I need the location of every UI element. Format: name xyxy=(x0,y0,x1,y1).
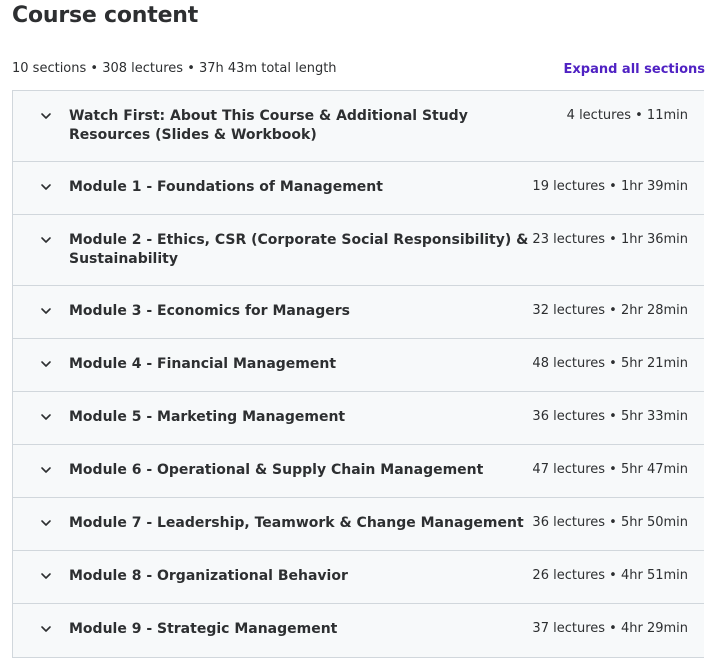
chevron-down-icon xyxy=(40,464,52,476)
section-title: Watch First: About This Course & Additio… xyxy=(69,108,468,143)
section-meta: 47 lectures • 5hr 47min xyxy=(532,462,688,477)
section-meta: 36 lectures • 5hr 50min xyxy=(532,515,688,530)
section-row-module-3[interactable]: Module 3 - Economics for Managers 32 lec… xyxy=(13,286,704,339)
section-meta: 32 lectures • 2hr 28min xyxy=(532,303,688,318)
section-title: Module 8 - Organizational Behavior xyxy=(69,568,348,584)
chevron-down-icon xyxy=(40,358,52,370)
expand-all-sections-button[interactable]: Expand all sections xyxy=(564,62,705,77)
section-row-module-2[interactable]: Module 2 - Ethics, CSR (Corporate Social… xyxy=(13,215,704,286)
section-row-module-8[interactable]: Module 8 - Organizational Behavior 26 le… xyxy=(13,551,704,604)
chevron-down-icon xyxy=(40,623,52,635)
section-meta: 37 lectures • 4hr 29min xyxy=(532,621,688,636)
section-row-module-6[interactable]: Module 6 - Operational & Supply Chain Ma… xyxy=(13,445,704,498)
section-title: Module 6 - Operational & Supply Chain Ma… xyxy=(69,462,484,478)
section-row-module-5[interactable]: Module 5 - Marketing Management 36 lectu… xyxy=(13,392,704,445)
chevron-down-icon xyxy=(40,411,52,423)
section-meta: 4 lectures • 11min xyxy=(566,108,688,123)
section-row-module-4[interactable]: Module 4 - Financial Management 48 lectu… xyxy=(13,339,704,392)
chevron-down-icon xyxy=(40,570,52,582)
chevron-down-icon xyxy=(40,110,52,122)
chevron-down-icon xyxy=(40,305,52,317)
course-content-title: Course content xyxy=(12,3,199,28)
section-meta: 19 lectures • 1hr 39min xyxy=(532,179,688,194)
chevron-down-icon xyxy=(40,234,52,246)
section-meta: 48 lectures • 5hr 21min xyxy=(532,356,688,371)
section-title: Module 9 - Strategic Management xyxy=(69,621,338,637)
section-row-module-1[interactable]: Module 1 - Foundations of Management 19 … xyxy=(13,162,704,215)
section-row-module-7[interactable]: Module 7 - Leadership, Teamwork & Change… xyxy=(13,498,704,551)
section-title: Module 4 - Financial Management xyxy=(69,356,337,372)
section-row-watch-first[interactable]: Watch First: About This Course & Additio… xyxy=(13,91,704,162)
section-meta: 26 lectures • 4hr 51min xyxy=(532,568,688,583)
section-row-module-9[interactable]: Module 9 - Strategic Management 37 lectu… xyxy=(13,604,704,657)
section-title: Module 5 - Marketing Management xyxy=(69,409,346,425)
chevron-down-icon xyxy=(40,181,52,193)
section-meta: 23 lectures • 1hr 36min xyxy=(532,232,688,247)
chevron-down-icon xyxy=(40,517,52,529)
section-title: Module 2 - Ethics, CSR (Corporate Social… xyxy=(69,232,529,267)
section-title: Module 1 - Foundations of Management xyxy=(69,179,383,195)
course-summary: 10 sections • 308 lectures • 37h 43m tot… xyxy=(12,61,337,76)
course-sections-list: Watch First: About This Course & Additio… xyxy=(12,90,704,658)
section-meta: 36 lectures • 5hr 33min xyxy=(532,409,688,424)
section-title: Module 7 - Leadership, Teamwork & Change… xyxy=(69,515,524,531)
section-title: Module 3 - Economics for Managers xyxy=(69,303,350,319)
